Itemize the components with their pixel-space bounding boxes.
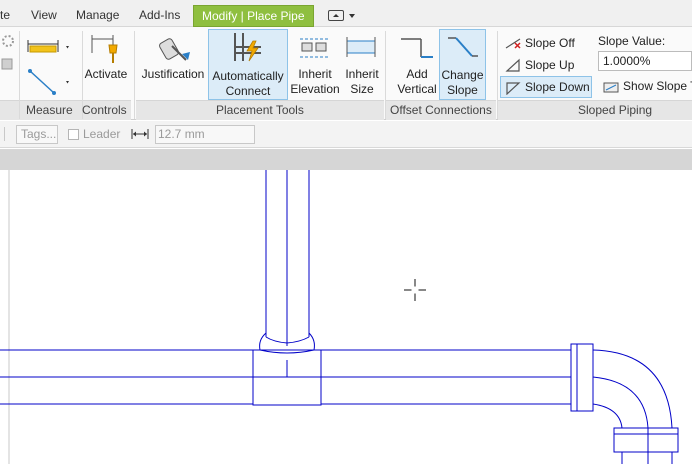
- inherit-size-button[interactable]: Inherit Size: [342, 67, 382, 101]
- slope-down-button[interactable]: Slope Down: [500, 76, 592, 98]
- elbow-fitting[interactable]: [592, 349, 673, 429]
- slope-off-icon: [505, 38, 521, 49]
- slope-up-icon: [505, 58, 520, 72]
- elbow-flange[interactable]: [570, 343, 594, 412]
- partial-tool-icons[interactable]: [0, 31, 16, 77]
- panel-title-placement-tools: Placement Tools: [216, 103, 304, 117]
- tab-partial[interactable]: te: [0, 6, 10, 26]
- ribbon: Measure Activate Controls Justification …: [0, 27, 692, 120]
- inherit-elevation-icon: [300, 38, 328, 58]
- tab-manage[interactable]: Manage: [76, 6, 119, 26]
- view-tab-band: [0, 149, 692, 170]
- length-arrow-icon: [131, 129, 149, 139]
- slope-value-field[interactable]: 1.0000%: [598, 51, 692, 71]
- panel-title-sloped-piping: Sloped Piping: [578, 103, 653, 117]
- panel-title-controls: Controls: [82, 103, 127, 117]
- activate-controls-icon: [91, 35, 118, 63]
- crosshair-cursor-icon: [404, 279, 426, 301]
- justification-button[interactable]: Justification: [138, 67, 208, 85]
- aligned-dimension-icon[interactable]: [26, 36, 70, 56]
- inherit-elevation-button[interactable]: Inherit Elevation: [290, 67, 340, 101]
- divider: [19, 31, 20, 119]
- window-switch-icon: [328, 10, 344, 21]
- leader-label: Leader: [83, 127, 121, 141]
- show-slope-icon: [603, 82, 619, 93]
- change-slope-icon: [448, 37, 478, 57]
- length-field[interactable]: 12.7 mm: [155, 125, 255, 144]
- panel-title-offset-connections: Offset Connections: [390, 103, 492, 117]
- tab-view[interactable]: View: [31, 6, 57, 26]
- slope-up-button[interactable]: Slope Up: [502, 55, 592, 75]
- change-slope-button[interactable]: Change Slope: [439, 29, 486, 100]
- drawing-canvas[interactable]: [0, 170, 692, 464]
- add-vertical-button[interactable]: Add Vertical: [395, 67, 439, 101]
- measure-icon[interactable]: [26, 67, 70, 97]
- tags-button[interactable]: Tags...: [16, 125, 58, 144]
- leader-checkbox[interactable]: [68, 129, 79, 140]
- pipe-drawing: [0, 170, 679, 464]
- slope-value-label: Slope Value:: [598, 34, 666, 48]
- divider: [497, 31, 498, 119]
- elbow-bottom-flange[interactable]: [613, 427, 679, 453]
- tab-modify-place-pipe[interactable]: Modify | Place Pipe: [193, 5, 314, 27]
- options-bar: Tags... Leader 12.7 mm: [0, 121, 692, 148]
- activate-button[interactable]: Activate: [83, 67, 129, 85]
- inherit-size-icon: [346, 37, 376, 57]
- automatically-connect-button[interactable]: Automatically Connect: [208, 29, 288, 100]
- ribbon-tab-bar: te View Manage Add-Ins Modify | Place Pi…: [0, 0, 692, 27]
- quick-access-dropdown[interactable]: [328, 9, 358, 23]
- show-slope-tool-button[interactable]: Show Slope T: [600, 76, 692, 96]
- divider: [385, 31, 386, 119]
- justification-icon: [159, 38, 190, 61]
- add-vertical-icon: [401, 38, 433, 58]
- tab-add-ins[interactable]: Add-Ins: [139, 6, 180, 26]
- divider: [4, 127, 5, 141]
- automatically-connect-icon: [234, 33, 261, 62]
- slope-down-icon: [506, 82, 521, 95]
- divider: [134, 31, 135, 119]
- panel-title-measure: Measure: [26, 103, 73, 117]
- chevron-down-icon: [349, 14, 355, 18]
- slope-off-button[interactable]: Slope Off: [502, 33, 592, 53]
